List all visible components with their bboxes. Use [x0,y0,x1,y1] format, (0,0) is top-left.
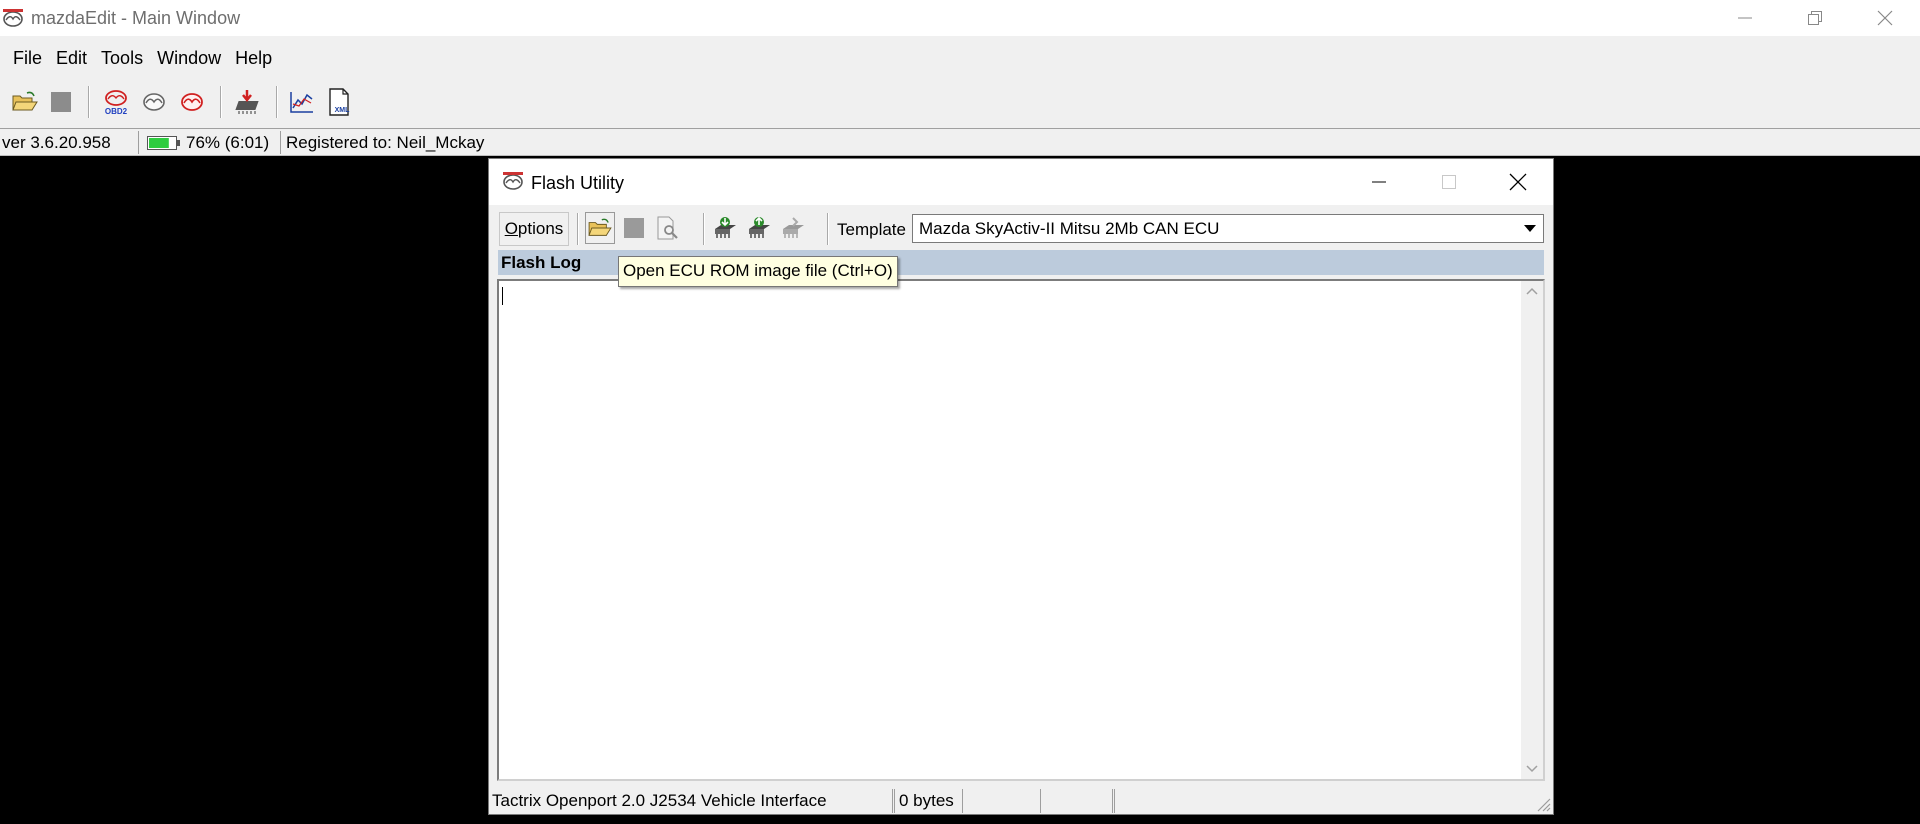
stop-icon [51,92,71,112]
open-rom-button[interactable] [585,212,615,244]
battery-text: 76% (6:01) [186,133,270,152]
stop-button[interactable] [46,83,76,121]
template-value: Mazda SkyActiv-II Mitsu 2Mb CAN ECU [919,219,1220,238]
main-window-title: mazdaEdit - Main Window [31,8,241,28]
menu-edit[interactable]: Edit [49,44,94,74]
close-icon [1509,173,1527,191]
xml-file-icon: XML [329,88,351,116]
ecu-chip-upload-icon [749,216,770,238]
restore-button[interactable] [1780,0,1850,36]
close-button[interactable] [1850,0,1920,36]
mazda-logo-icon [143,93,165,111]
flash-log-label: Flash Log [501,253,582,272]
chevron-down-icon [1524,224,1536,232]
flash-close-button[interactable] [1483,164,1553,200]
ecu-chip-icon [783,217,804,238]
page-search-icon [657,216,678,240]
xml-button[interactable]: XML [325,83,355,121]
scroll-down-button[interactable] [1521,759,1543,779]
flash-log-textarea[interactable] [497,279,1545,781]
stop-button[interactable] [619,212,649,244]
test-write-button[interactable] [778,212,808,244]
template-dropdown-arrow[interactable] [1519,217,1541,240]
flash-statusbar: Tactrix Openport 2.0 J2534 Vehicle Inter… [489,787,1553,814]
restore-icon [1808,11,1822,25]
resize-grip-icon[interactable] [1535,796,1551,812]
maximize-icon [1442,175,1456,189]
open-folder-icon [588,218,612,236]
battery-status: 76% (6:01) [143,131,281,154]
mazda-logo-icon [3,9,23,27]
mazda-red-button[interactable] [177,83,207,121]
menu-help[interactable]: Help [228,44,279,74]
svg-text:OBD2: OBD2 [105,107,128,115]
status-cell-3 [970,789,1041,813]
template-label: Template [837,220,906,239]
main-titlebar[interactable]: mazdaEdit - Main Window [0,0,1920,36]
version-text: ver 3.6.20.958 [2,131,139,154]
flash-window-title: Flash Utility [531,173,625,193]
flash-maximize-button[interactable] [1414,164,1484,200]
obd2-icon: OBD2 [105,90,128,115]
inspect-button[interactable] [653,212,683,244]
stop-icon [624,218,644,238]
graph-button[interactable] [287,83,317,121]
mazda-logo-icon [503,172,523,190]
main-statusbar: ver 3.6.20.958 76% (6:01) Registered to:… [0,128,1920,156]
options-button[interactable]: Options [499,212,569,246]
text-caret [502,287,503,305]
open-folder-icon [12,91,38,111]
flash-toolbar: Options Template Mazda SkyActiv-II Mitsu… [489,209,1553,249]
minimize-icon [1372,181,1386,183]
status-cell-5 [1114,789,1115,813]
ecu-chip-download-icon [715,217,736,238]
scroll-up-button[interactable] [1521,281,1543,301]
registered-text: Registered to: Neil_Mckay [286,133,485,152]
mazda-connect-button[interactable] [139,83,169,121]
ecu-chip-download-icon [235,90,259,114]
log-vertical-scrollbar[interactable] [1521,281,1543,779]
chevron-down-icon [1526,765,1538,773]
file-size-text: 0 bytes [896,789,963,813]
interface-text: Tactrix Openport 2.0 J2534 Vehicle Inter… [492,789,893,813]
flash-titlebar[interactable]: Flash Utility [489,159,1553,205]
template-dropdown[interactable]: Mazda SkyActiv-II Mitsu 2Mb CAN ECU [912,214,1544,243]
menu-file[interactable]: File [0,44,49,74]
flash-minimize-button[interactable] [1344,164,1414,200]
menu-window[interactable]: Window [150,44,228,74]
svg-text:XML: XML [335,107,351,114]
minimize-icon [1738,17,1752,19]
open-button[interactable] [10,83,40,121]
write-ecu-button[interactable] [744,212,774,244]
main-menubar: File Edit Tools Window Help [0,44,279,74]
battery-icon [147,136,180,150]
status-cell-4 [1042,789,1113,813]
obd2-button[interactable]: OBD2 [101,83,131,121]
open-rom-tooltip: Open ECU ROM image file (Ctrl+O) [618,256,898,287]
main-toolbar: OBD2 XML [0,83,1920,123]
minimize-button[interactable] [1710,0,1780,36]
mazda-red-logo-icon [181,93,203,111]
line-graph-icon [290,92,313,113]
flash-ecu-button[interactable] [232,83,262,121]
chevron-up-icon [1526,287,1538,295]
close-icon [1877,10,1893,26]
read-ecu-button[interactable] [710,212,740,244]
main-window: mazdaEdit - Main Window File Edit Tools … [0,0,1920,156]
menu-tools[interactable]: Tools [94,44,150,74]
